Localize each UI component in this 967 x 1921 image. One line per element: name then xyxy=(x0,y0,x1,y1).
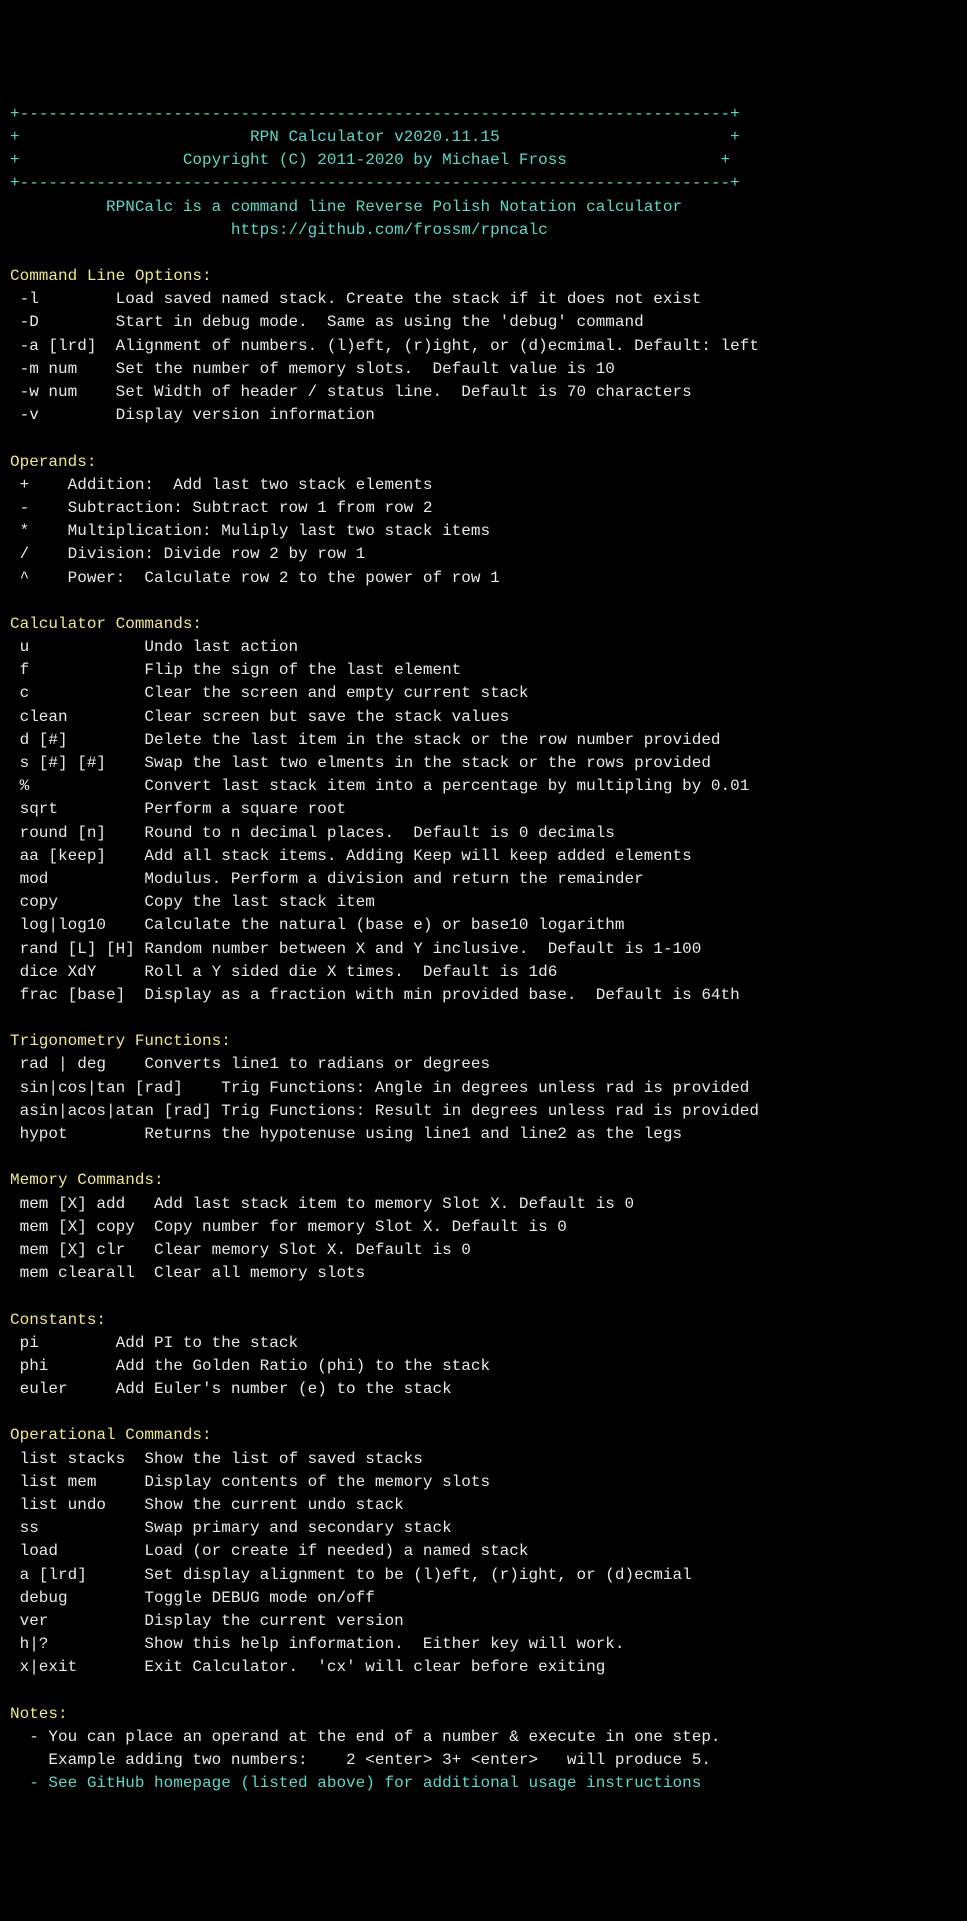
header-border-bottom: +---------------------------------------… xyxy=(10,174,740,192)
operands-lines: + Addition: Add last two stack elements … xyxy=(10,476,500,587)
constants-heading: Constants: xyxy=(10,1311,106,1329)
notes-heading: Notes: xyxy=(10,1705,68,1723)
operands-heading: Operands: xyxy=(10,453,96,471)
header-url: https://github.com/frossm/rpncalc xyxy=(10,221,548,239)
calc-heading: Calculator Commands: xyxy=(10,615,202,633)
header-title: + RPN Calculator v2020.11.15 + xyxy=(10,128,740,146)
memory-lines: mem [X] add Add last stack item to memor… xyxy=(10,1195,634,1283)
constants-lines: pi Add PI to the stack phi Add the Golde… xyxy=(10,1334,490,1398)
header-desc: RPNCalc is a command line Reverse Polish… xyxy=(10,198,682,216)
header-border-top: +---------------------------------------… xyxy=(10,105,740,123)
cmdline-heading: Command Line Options: xyxy=(10,267,212,285)
operational-lines: list stacks Show the list of saved stack… xyxy=(10,1450,692,1677)
operational-heading: Operational Commands: xyxy=(10,1426,212,1444)
cmdline-lines: -l Load saved named stack. Create the st… xyxy=(10,290,759,424)
header-copyright: + Copyright (C) 2011-2020 by Michael Fro… xyxy=(10,151,730,169)
memory-heading: Memory Commands: xyxy=(10,1171,164,1189)
calc-lines: u Undo last action f Flip the sign of th… xyxy=(10,638,749,1004)
trig-lines: rad | deg Converts line1 to radians or d… xyxy=(10,1055,759,1143)
trig-heading: Trigonometry Functions: xyxy=(10,1032,231,1050)
terminal-output: +---------------------------------------… xyxy=(10,80,957,1796)
notes-white-lines: - You can place an operand at the end of… xyxy=(10,1728,721,1769)
notes-cyan-line: - See GitHub homepage (listed above) for… xyxy=(10,1774,701,1792)
